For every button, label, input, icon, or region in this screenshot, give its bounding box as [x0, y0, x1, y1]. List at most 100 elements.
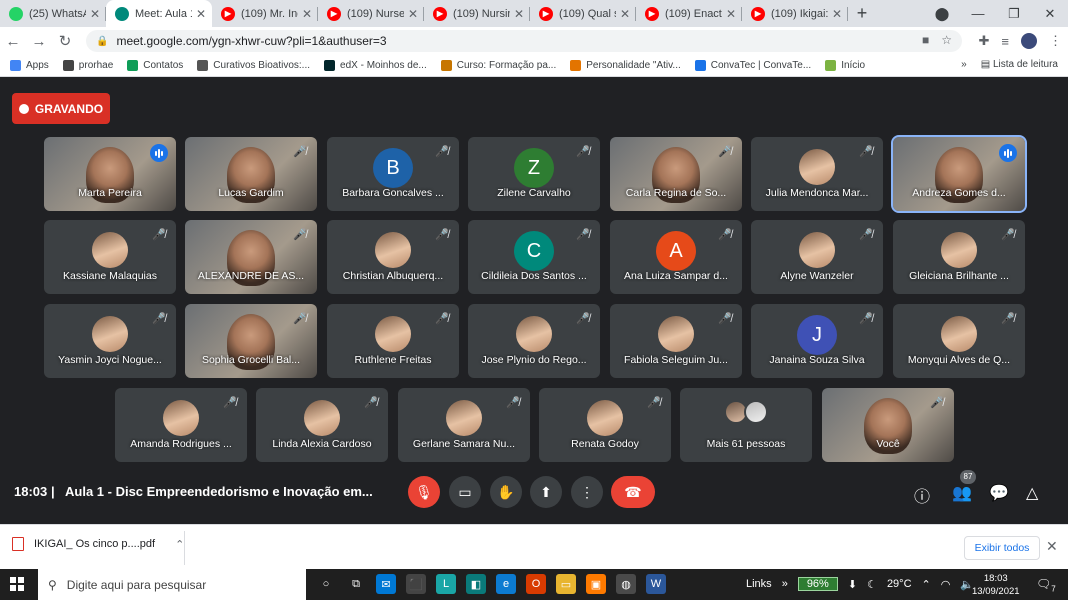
app-teal-icon[interactable]: ◧ [466, 574, 486, 594]
participant-tile[interactable]: 🎤̸ Carla Regina de So... [610, 137, 742, 211]
orange-app-icon[interactable]: ▣ [586, 574, 606, 594]
activities-icon[interactable]: △ [1026, 483, 1038, 503]
more-participants-tile[interactable]: Mais 61 pessoas [680, 388, 812, 462]
bookmark-item[interactable]: Personalidade "Ativ... [570, 60, 681, 71]
participant-tile[interactable]: 🎤̸ Fabiola Seleguim Ju... [610, 304, 742, 378]
bookmark-item[interactable]: edX - Moinhos de... [324, 60, 427, 71]
tab-6[interactable]: ▶ (109) Qual se ✕ [530, 0, 636, 27]
participant-tile[interactable]: 🎤̸ Amanda Rodrigues ... [115, 388, 247, 462]
store-icon[interactable]: ⬛ [406, 574, 426, 594]
chat-icon[interactable]: 💬 [989, 483, 1009, 503]
new-tab-button[interactable]: + [848, 0, 876, 27]
tray-expand-icon[interactable]: ⌃ [922, 578, 931, 591]
participant-tile[interactable]: C 🎤̸ Cildileia Dos Santos ... [468, 220, 600, 294]
participant-tile[interactable]: Marta Pereira [44, 137, 176, 211]
participant-tile[interactable]: 🎤̸ Alyne Wanzeler [751, 220, 883, 294]
participant-tile[interactable]: 🎤̸ Gerlane Samara Nu... [398, 388, 530, 462]
close-shelf-icon[interactable]: ✕ [1046, 538, 1058, 555]
chevron-double-icon[interactable]: » [782, 578, 788, 590]
bookmark-item[interactable]: Início [825, 60, 865, 71]
mail-icon[interactable]: ✉ [376, 574, 396, 594]
participant-tile[interactable]: 🎤̸ Yasmin Joyci Nogue... [44, 304, 176, 378]
close-tab-icon[interactable]: ✕ [514, 7, 524, 21]
bookmark-star-icon[interactable]: ☆ [941, 33, 952, 47]
forward-icon[interactable]: → [26, 33, 52, 50]
tab-5[interactable]: ▶ (109) Nursing ✕ [424, 0, 530, 27]
minimize-icon[interactable]: — [960, 6, 996, 21]
app-l-icon[interactable]: L [436, 574, 456, 594]
participant-tile[interactable]: B 🎤̸ Barbara Goncalves ... [327, 137, 459, 211]
show-all-downloads-button[interactable]: Exibir todos [964, 536, 1040, 560]
participant-tile[interactable]: J 🎤̸ Janaina Souza Silva [751, 304, 883, 378]
mic-off-button[interactable]: 🎙 [408, 476, 440, 508]
participant-tile[interactable]: 🎤̸ Jose Plynio do Rego... [468, 304, 600, 378]
participant-tile[interactable]: 🎤̸ Você [822, 388, 954, 462]
office-icon[interactable]: O [526, 574, 546, 594]
notifications-icon[interactable]: 🗨7 [1036, 577, 1056, 593]
close-tab-icon[interactable]: ✕ [90, 7, 100, 21]
people-icon[interactable]: 👥 [952, 483, 972, 503]
more-options-button[interactable]: ⋮ [571, 476, 603, 508]
weather-icon[interactable]: ☾ [867, 578, 877, 591]
tab-8[interactable]: ▶ (109) Ikigai: O ✕ [742, 0, 848, 27]
bookmark-item[interactable]: Contatos [127, 60, 183, 71]
edge-icon[interactable]: e [496, 574, 516, 594]
explorer-icon[interactable]: ▭ [556, 574, 576, 594]
close-tab-icon[interactable]: ✕ [408, 7, 418, 21]
weather-temp[interactable]: 29°C [887, 578, 912, 590]
download-arrow-icon[interactable]: ⬇ [848, 578, 857, 591]
reading-list-button[interactable]: ▤ Lista de leitura [981, 59, 1058, 70]
word-icon[interactable]: W [646, 574, 666, 594]
camera-indicator-icon[interactable]: ■ [922, 33, 929, 47]
taskbar-search[interactable]: ⚲ Digite aqui para pesquisar [38, 569, 306, 600]
taskbar-clock[interactable]: 18:03 13/09/2021 [972, 572, 1020, 598]
address-bar[interactable]: 🔒 meet.google.com/ygn-xhwr-cuw?pli=1&aut… [86, 30, 962, 52]
bookmark-item[interactable]: prorhae [62, 60, 113, 71]
raise-hand-button[interactable]: ✋ [490, 476, 522, 508]
battery-indicator[interactable]: 96% [797, 577, 838, 591]
links-label[interactable]: Links [746, 578, 772, 590]
windows-start-icon[interactable] [10, 577, 24, 591]
task-view-icon[interactable]: ⧉ [346, 574, 366, 594]
participant-tile[interactable]: Andreza Gomes d... [891, 135, 1027, 213]
bookmark-item[interactable]: Curativos Bioativos:... [197, 60, 310, 71]
close-tab-icon[interactable]: ✕ [726, 7, 736, 21]
participant-tile[interactable]: Z 🎤̸ Zilene Carvalho [468, 137, 600, 211]
participant-tile[interactable]: 🎤̸ Linda Alexia Cardoso [256, 388, 388, 462]
participant-tile[interactable]: 🎤̸ Monyqui Alves de Q... [893, 304, 1025, 378]
camera-button[interactable]: ▭ [449, 476, 481, 508]
more-bookmarks-icon[interactable]: » [961, 59, 967, 70]
close-tab-icon[interactable]: ✕ [302, 7, 312, 21]
extensions-icon[interactable]: ✚ [979, 33, 990, 49]
close-tab-icon[interactable]: ✕ [832, 7, 842, 21]
back-icon[interactable]: ← [0, 33, 26, 50]
restore-icon[interactable]: ❐ [996, 6, 1032, 22]
participant-tile[interactable]: 🎤̸ Ruthlene Freitas [327, 304, 459, 378]
participant-tile[interactable]: 🎤̸ Lucas Gardim [185, 137, 317, 211]
profile-avatar[interactable] [1021, 33, 1037, 49]
chrome-icon[interactable]: ◍ [616, 574, 636, 594]
bookmark-item[interactable]: Curso: Formação pa... [440, 60, 556, 71]
tab-4[interactable]: ▶ (109) Nurses ✕ [318, 0, 424, 27]
participant-tile[interactable]: 🎤̸ Sophia Grocelli Bal... [185, 304, 317, 378]
bookmark-item[interactable]: ConvaTec | ConvaTe... [694, 60, 811, 71]
tab-1[interactable]: (25) WhatsApp ✕ [0, 0, 106, 27]
tab-2[interactable]: Meet: Aula 1 ✕ [106, 0, 212, 27]
network-icon[interactable]: ◠ [941, 578, 951, 591]
participant-tile[interactable]: A 🎤̸ Ana Luiza Sampar d... [610, 220, 742, 294]
participant-tile[interactable]: 🎤̸ ALEXANDRE DE AS... [185, 220, 317, 294]
bookmark-item[interactable]: Apps [10, 60, 49, 71]
participant-tile[interactable]: 🎤̸ Renata Godoy [539, 388, 671, 462]
participant-tile[interactable]: 🎤̸ Kassiane Malaquias [44, 220, 176, 294]
download-item[interactable]: IKIGAI_ Os cinco p....pdf ⌃ [12, 537, 184, 551]
meeting-info-icon[interactable]: ⓘ [914, 483, 930, 507]
chrome-menu-icon[interactable]: ⋮ [1049, 33, 1062, 49]
close-window-icon[interactable]: ✕ [1032, 6, 1068, 22]
tab-3[interactable]: ▶ (109) Mr. Indi ✕ [212, 0, 318, 27]
close-tab-icon[interactable]: ✕ [620, 7, 630, 21]
participant-tile[interactable]: 🎤̸ Christian Albuquerq... [327, 220, 459, 294]
participant-tile[interactable]: 🎤̸ Gleiciana Brilhante ... [893, 220, 1025, 294]
profile-menu-icon[interactable]: ⬤ [924, 6, 960, 22]
present-button[interactable]: ⬆ [530, 476, 562, 508]
participant-tile[interactable]: 🎤̸ Julia Mendonca Mar... [751, 137, 883, 211]
